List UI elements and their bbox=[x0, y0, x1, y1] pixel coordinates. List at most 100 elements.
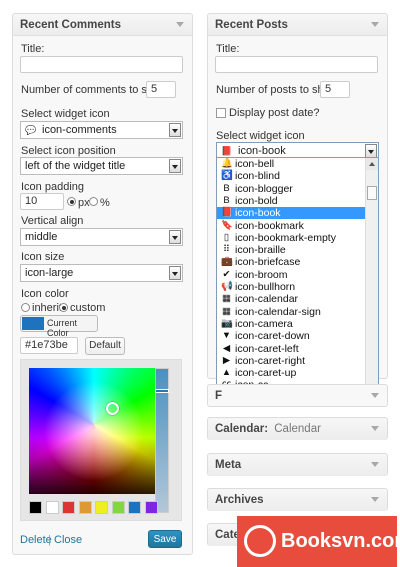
icon-option[interactable]: ▦ icon-calendar-sign bbox=[217, 306, 365, 318]
icon-option[interactable]: 📕 icon-book bbox=[217, 207, 365, 220]
palette-swatch[interactable] bbox=[111, 501, 125, 514]
caret-right-icon: ▶ bbox=[222, 354, 231, 366]
bell-icon: 🔔 bbox=[221, 158, 233, 169]
palette-swatch[interactable] bbox=[95, 501, 108, 514]
chevron-down-icon[interactable] bbox=[169, 230, 181, 244]
current-color-button[interactable]: Current Color bbox=[20, 315, 98, 338]
icon-position-dropdown[interactable]: left of the widget title bbox=[20, 157, 183, 175]
collapse-arrow-icon[interactable] bbox=[371, 462, 379, 467]
unit-px-label: px bbox=[78, 197, 90, 209]
icon-option-label: icon-caret-up bbox=[235, 367, 297, 380]
scroll-up-icon[interactable] bbox=[366, 158, 378, 170]
icon-option-label: icon-caret-right bbox=[235, 354, 306, 367]
icon-option[interactable]: ◀ icon-caret-left bbox=[217, 343, 365, 355]
calendar-widget[interactable]: Calendar: Calendar bbox=[207, 417, 388, 440]
icon-option[interactable]: ▼ icon-caret-down bbox=[217, 330, 365, 342]
hue-slider[interactable] bbox=[155, 368, 169, 513]
palette-swatch[interactable] bbox=[45, 501, 59, 514]
icon-option-label: icon-blind bbox=[235, 170, 280, 183]
icon-position-label: Select icon position bbox=[21, 145, 116, 157]
icon-option[interactable]: Bicon-blogger bbox=[217, 183, 365, 195]
calendar-widget-header[interactable]: Calendar: Calendar bbox=[208, 418, 387, 440]
icon-option[interactable]: ▶ icon-caret-right bbox=[217, 355, 365, 367]
archives-widget[interactable]: Archives bbox=[207, 488, 388, 511]
recent-comments-header[interactable]: Recent Comments bbox=[13, 14, 192, 36]
icon-size-dropdown[interactable]: icon-large bbox=[20, 264, 183, 282]
display-date-checkbox[interactable] bbox=[216, 108, 226, 118]
chevron-down-icon[interactable] bbox=[169, 159, 181, 173]
collapse-arrow-icon[interactable] bbox=[371, 497, 379, 502]
hue-slider-handle[interactable] bbox=[155, 389, 169, 393]
posts-title-input[interactable] bbox=[215, 56, 378, 73]
select-icon-label: Select widget icon bbox=[21, 108, 110, 120]
default-color-button[interactable]: Default bbox=[85, 337, 125, 355]
palette-swatch[interactable] bbox=[128, 501, 141, 514]
icon-option[interactable]: 🔖 icon-bookmark bbox=[217, 220, 365, 232]
collapsed-widget-f-title: F bbox=[215, 390, 223, 402]
bookmark-empty-icon: ▯ bbox=[223, 231, 230, 243]
icon-option[interactable]: ▦ icon-calendar bbox=[217, 293, 365, 305]
collapsed-widget-f[interactable]: F bbox=[207, 384, 388, 407]
custom-radio[interactable] bbox=[59, 303, 68, 312]
icon-option[interactable]: ♿ icon-blind bbox=[217, 170, 365, 182]
icon-option-label: icon-bullhorn bbox=[235, 281, 296, 293]
chevron-down-icon[interactable] bbox=[169, 123, 181, 137]
palette-swatch[interactable] bbox=[144, 501, 158, 514]
number-posts-input[interactable]: 5 bbox=[320, 81, 350, 98]
scroll-thumb[interactable] bbox=[367, 186, 377, 200]
chevron-down-icon[interactable] bbox=[365, 144, 377, 158]
color-picker-handle[interactable] bbox=[106, 402, 119, 415]
icon-option[interactable]: ▲ icon-caret-up bbox=[217, 367, 365, 379]
icon-option[interactable]: ✔ icon-broom bbox=[217, 269, 365, 281]
meta-widget-header[interactable]: Meta bbox=[208, 454, 387, 476]
palette-swatch[interactable] bbox=[29, 501, 42, 514]
display-date-label: Display post date? bbox=[229, 107, 320, 119]
close-link[interactable]: Close bbox=[54, 534, 82, 546]
hex-color-input[interactable]: #1e73be bbox=[20, 337, 78, 354]
select-icon-value: icon-comments bbox=[42, 124, 117, 136]
braille-icon: ⠿ bbox=[223, 244, 230, 256]
camera-icon: 📷 bbox=[221, 317, 233, 329]
icon-option-label: icon-caret-down bbox=[235, 330, 310, 343]
bullhorn-icon: 📢 bbox=[221, 281, 233, 292]
icon-option[interactable]: 🔔 icon-bell bbox=[217, 158, 365, 170]
icon-option[interactable]: ▯ icon-bookmark-empty bbox=[217, 232, 365, 244]
calendar-sign-icon: ▦ bbox=[222, 305, 231, 317]
unit-percent-radio[interactable] bbox=[89, 197, 98, 206]
icon-padding-input[interactable]: 10 bbox=[20, 193, 64, 210]
palette-swatch[interactable] bbox=[78, 501, 92, 514]
unit-px-radio[interactable] bbox=[67, 197, 76, 206]
icon-option-label: icon-briefcase bbox=[235, 256, 301, 269]
chevron-down-icon[interactable] bbox=[169, 266, 181, 280]
collapse-arrow-icon[interactable] bbox=[371, 393, 379, 398]
icon-dropdown-list[interactable]: 🔔 icon-bell ♿ icon-blind Bicon-blogger Bicon-… bbox=[216, 157, 379, 403]
color-gradient-area[interactable] bbox=[29, 368, 159, 494]
icon-option[interactable]: 💼 icon-briefcase bbox=[217, 256, 365, 268]
icon-list-scrollbar[interactable] bbox=[365, 158, 378, 402]
number-comments-input[interactable]: 5 bbox=[146, 81, 176, 98]
icon-option[interactable]: Bicon-bold bbox=[217, 195, 365, 207]
logo-icon bbox=[244, 525, 276, 557]
vertical-align-dropdown[interactable]: middle bbox=[20, 228, 183, 246]
save-button[interactable]: Save bbox=[148, 530, 182, 548]
icon-option[interactable]: 📢 icon-bullhorn bbox=[217, 281, 365, 293]
collapse-arrow-icon[interactable] bbox=[371, 22, 379, 27]
caret-down-icon: ▼ bbox=[221, 330, 232, 342]
icon-option[interactable]: ⠿ icon-braille bbox=[217, 244, 365, 256]
posts-select-icon-label: Select widget icon bbox=[216, 130, 305, 142]
palette-swatch[interactable] bbox=[62, 501, 75, 514]
collapsed-widget-f-header[interactable]: F bbox=[208, 385, 387, 407]
inherit-radio[interactable] bbox=[21, 303, 30, 312]
color-swatch bbox=[22, 317, 44, 330]
caret-left-icon: ◀ bbox=[222, 342, 231, 354]
collapse-arrow-icon[interactable] bbox=[371, 426, 379, 431]
vertical-align-value: middle bbox=[25, 231, 58, 243]
icon-option[interactable]: 📷 icon-camera bbox=[217, 318, 365, 330]
select-widget-icon-dropdown[interactable]: 💬 icon-comments bbox=[20, 121, 183, 139]
collapse-arrow-icon[interactable] bbox=[176, 22, 184, 27]
meta-widget[interactable]: Meta bbox=[207, 453, 388, 476]
archives-widget-header[interactable]: Archives bbox=[208, 489, 387, 511]
calendar-widget-title: Calendar: bbox=[215, 423, 269, 435]
title-input[interactable] bbox=[20, 56, 183, 73]
recent-posts-header[interactable]: Recent Posts bbox=[208, 14, 387, 36]
